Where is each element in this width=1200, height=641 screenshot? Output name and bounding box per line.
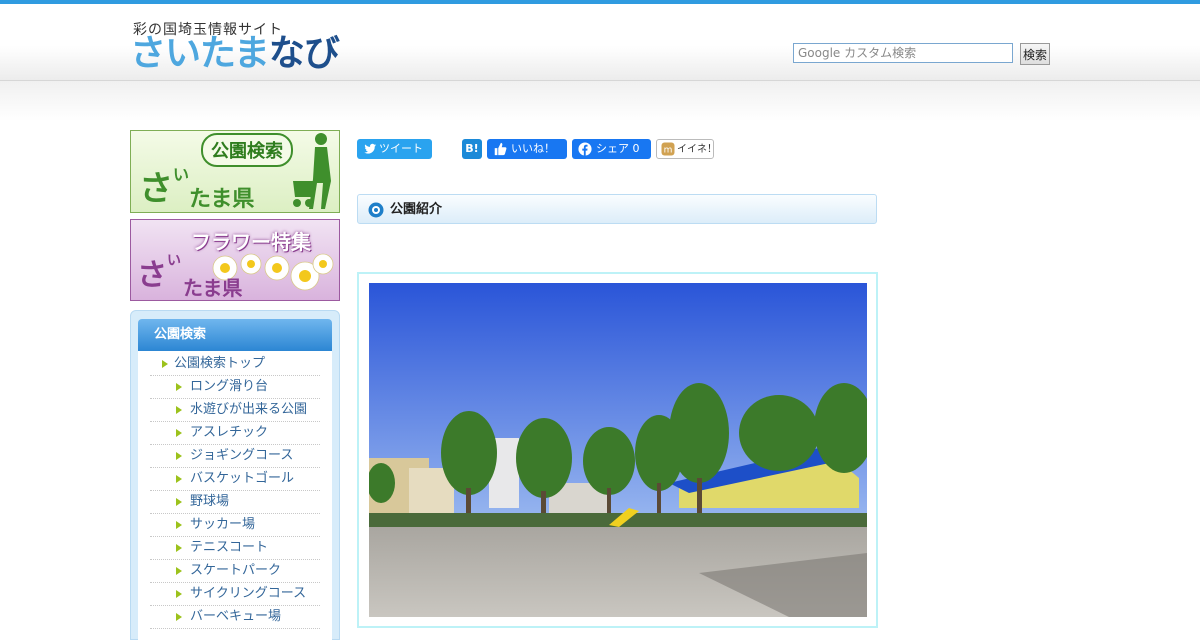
sidemenu-item-label: サッカー場	[190, 517, 256, 532]
sidemenu-item[interactable]: バーベキュー場	[150, 606, 320, 629]
arrow-right-icon	[176, 452, 182, 460]
sidemenu-item-label: 野球場	[190, 494, 230, 509]
flower-ken-text: たま県	[183, 276, 243, 300]
park-search-sidemenu: 公園検索 公園検索トップロング滑り台水遊びが出来る公園 アスレチックジョギングコー…	[130, 310, 340, 641]
section-header: 公園紹介	[357, 194, 877, 224]
header-shadow-band	[0, 81, 1200, 121]
sidemenu-item[interactable]: バスケットゴール	[150, 468, 320, 491]
sidemenu-item-label: サイクリングコース	[190, 586, 307, 601]
arrow-right-icon	[162, 360, 168, 368]
sidemenu-item[interactable]: アスレチック	[150, 422, 320, 445]
sidemenu-item-label: 水遊びが出来る公園	[190, 402, 308, 417]
sidemenu-item-label: ジョギングコース	[190, 448, 294, 463]
sidemenu-item[interactable]: 野球場	[150, 491, 320, 514]
facebook-share-button[interactable]: シェア 0	[572, 139, 651, 159]
sidemenu-list: 公園検索トップロング滑り台水遊びが出来る公園 アスレチックジョギングコース バスケッ…	[138, 351, 332, 641]
svg-text:m: m	[664, 146, 673, 156]
banner-sai-text: さい	[139, 165, 190, 209]
arrow-right-icon	[176, 498, 182, 506]
banner-bubble-label: 公園検索	[201, 133, 293, 167]
arrow-right-icon	[176, 544, 182, 552]
tweet-label: ツイート	[379, 142, 423, 155]
sidemenu-item-label: アスレチック	[190, 425, 269, 440]
site-logo[interactable]: さいたまなび	[130, 32, 340, 76]
sidemenu-item[interactable]: ジョギングコース	[150, 445, 320, 468]
sidemenu-item-label: スケートパーク	[190, 563, 282, 578]
sidemenu-item[interactable]: ロング滑り台	[150, 376, 320, 399]
share-label: シェア 0	[596, 142, 640, 155]
site-header: 彩の国埼玉情報サイト さいたまなび 検索	[0, 4, 1200, 81]
arrow-right-icon	[176, 383, 182, 391]
sidemenu-item-label: テニスコート	[190, 540, 269, 555]
sidemenu-item-label: バーベキュー場	[190, 609, 282, 624]
sidemenu-item[interactable]: テニスコート	[150, 537, 320, 560]
search-input[interactable]	[793, 43, 1013, 63]
park-photo-frame	[357, 272, 878, 628]
arrow-right-icon	[176, 590, 182, 598]
arrow-right-icon	[176, 406, 182, 414]
hatena-bookmark-button[interactable]: B!	[462, 139, 482, 159]
mixi-check-button[interactable]: m イイネ！	[656, 139, 717, 159]
sidemenu-item[interactable]: スケートパーク	[150, 560, 320, 583]
section-bullet-icon	[368, 202, 384, 218]
flower-feature-banner[interactable]: フラワー特集 さい たま県	[130, 219, 340, 301]
sidemenu-item[interactable]: 水遊びが出来る公園	[150, 399, 320, 422]
park-photo	[369, 283, 867, 617]
banner-ken-text: たま県	[189, 187, 255, 212]
search-button[interactable]: 検索	[1020, 43, 1050, 65]
sidemenu-item[interactable]: サッカー場	[150, 514, 320, 537]
sidemenu-item-label: 公園検索トップ	[174, 356, 266, 371]
arrow-right-icon	[176, 613, 182, 621]
like-label: いいね！	[511, 142, 555, 155]
mixi-icon: m	[661, 142, 675, 156]
sidemenu-item[interactable]: 公園検索トップ	[150, 353, 320, 376]
sidemenu-item-label: ロング滑り台	[190, 379, 269, 394]
flower-sai-text: さい	[137, 253, 181, 293]
sidemenu-item-label: バスケットゴール	[190, 471, 295, 486]
arrow-right-icon	[176, 429, 182, 437]
tweet-button[interactable]: ツイート	[357, 139, 432, 159]
thumbs-up-icon	[494, 142, 507, 156]
facebook-icon	[578, 142, 592, 156]
park-search-banner[interactable]: 公園検索 さい たま県	[130, 130, 340, 213]
sidemenu-item[interactable]: サイクリングコース	[150, 583, 320, 606]
arrow-right-icon	[176, 475, 182, 483]
twitter-bird-icon	[364, 143, 377, 154]
stroller-person-icon	[293, 133, 331, 209]
arrow-right-icon	[176, 521, 182, 529]
sidemenu-title: 公園検索	[138, 319, 332, 351]
arrow-right-icon	[176, 567, 182, 575]
facebook-like-button[interactable]: いいね！	[487, 139, 567, 159]
mixi-label: イイネ！	[677, 144, 717, 155]
section-title: 公園紹介	[390, 202, 443, 217]
